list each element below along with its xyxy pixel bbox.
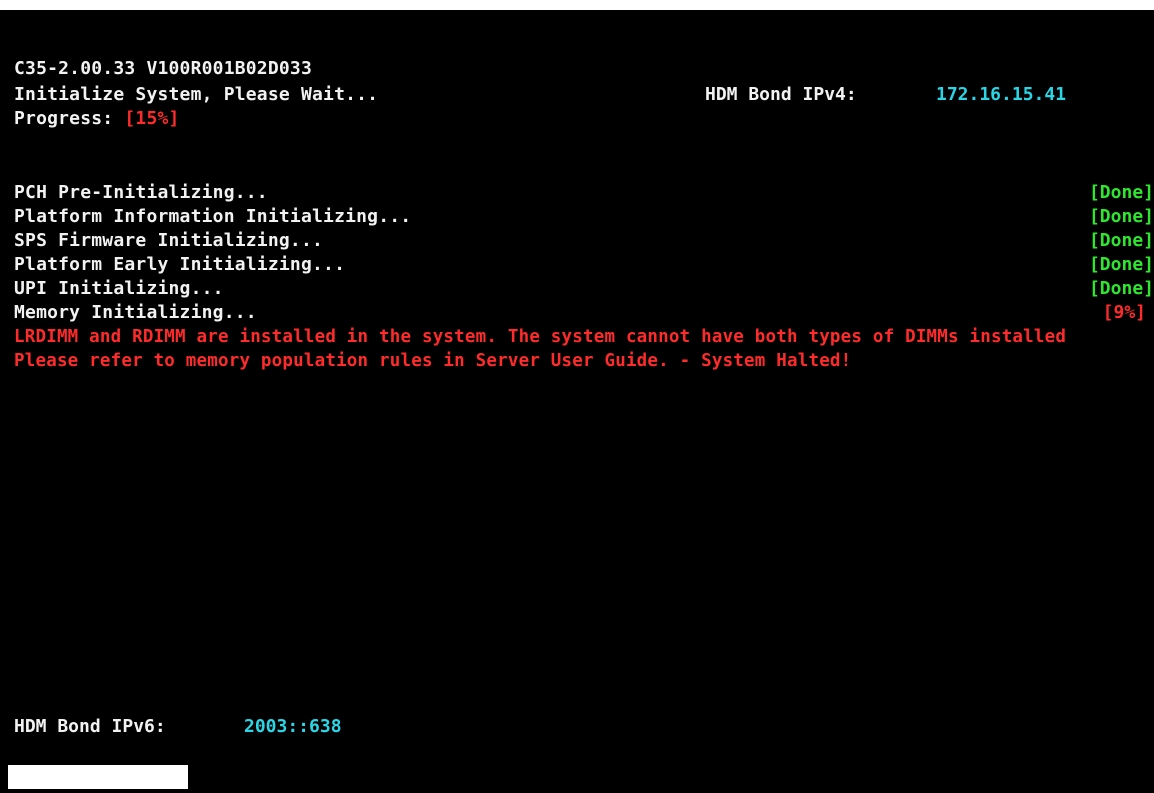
post-console-screen: C35-2.00.33 V100R001B02D033 Initialize S… — [0, 10, 1154, 793]
progress-line: Progress: [15%] — [14, 107, 180, 131]
step-status: [Done] — [1088, 206, 1154, 227]
progress-label: Progress: — [14, 108, 125, 129]
step-label: Memory Initializing... — [14, 302, 257, 323]
ipv6-value: 2003::638 — [244, 716, 342, 737]
step-label: PCH Pre-Initializing... — [14, 182, 268, 203]
step-label: Platform Early Initializing... — [14, 254, 346, 275]
status-bar — [8, 765, 188, 789]
progress-value: [15%] — [124, 108, 180, 129]
ipv4-label: HDM Bond IPv4: — [705, 84, 857, 105]
error-message-line: LRDIMM and RDIMM are installed in the sy… — [14, 327, 1067, 347]
ipv6-label: HDM Bond IPv6: — [14, 716, 166, 737]
step-status: [Done] — [1088, 278, 1154, 299]
step-label: Platform Information Initializing... — [14, 206, 412, 227]
step-status: [9%] — [1102, 302, 1146, 323]
step-label: SPS Firmware Initializing... — [14, 230, 324, 251]
step-status: [Done] — [1088, 182, 1154, 203]
step-status: [Done] — [1088, 230, 1154, 251]
error-message-line: Please refer to memory population rules … — [14, 351, 852, 371]
init-message: Initialize System, Please Wait... — [14, 84, 379, 105]
ipv4-value: 172.16.15.41 — [936, 84, 1067, 105]
firmware-version: C35-2.00.33 V100R001B02D033 — [14, 58, 312, 79]
step-label: UPI Initializing... — [14, 278, 224, 299]
step-status: [Done] — [1088, 254, 1154, 275]
